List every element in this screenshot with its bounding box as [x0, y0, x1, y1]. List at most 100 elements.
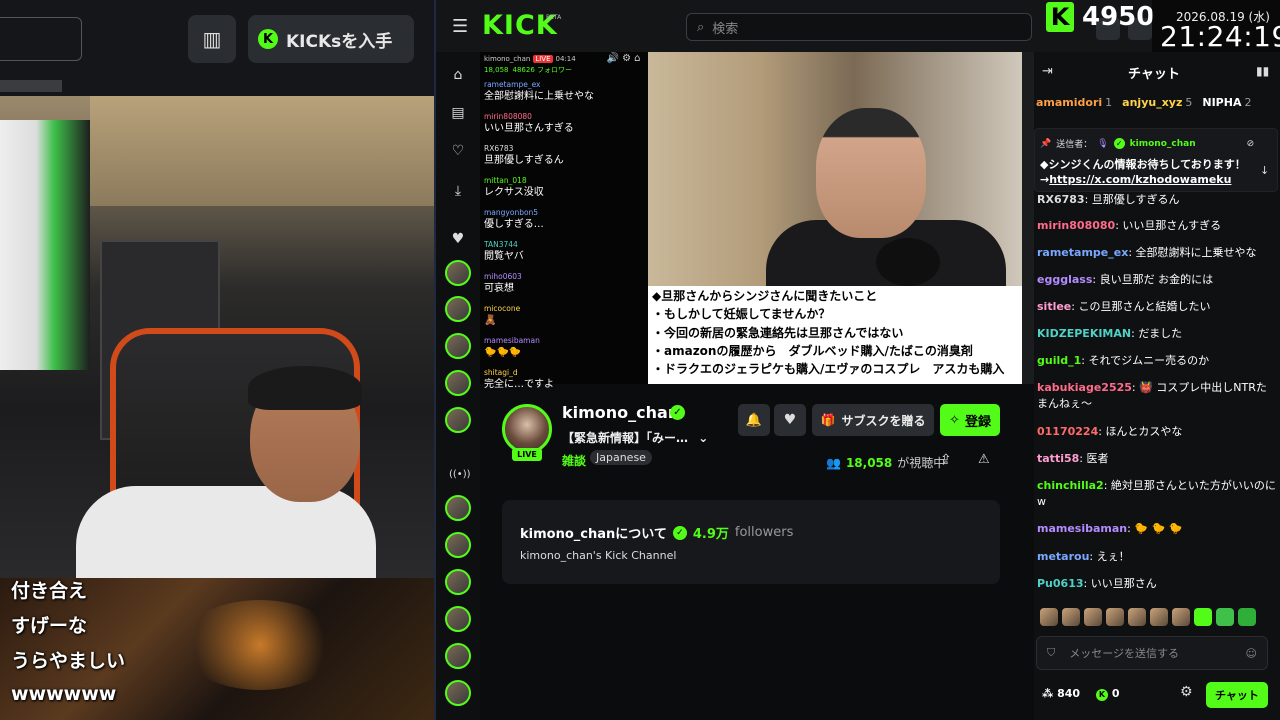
shield-icon: ⛉ [1047, 646, 1056, 659]
emote[interactable] [1172, 608, 1190, 626]
emote[interactable] [1084, 608, 1102, 626]
search-input[interactable]: ⌕ 検索 [686, 13, 1032, 41]
library-button[interactable]: ▥ [188, 15, 236, 63]
embedded-chat-user[interactable]: TAN3744 [484, 240, 644, 250]
emote[interactable] [1150, 608, 1168, 626]
recommended-channel-avatar[interactable] [445, 680, 471, 706]
stream-title[interactable]: 【緊急新情報】「みー… ⌄ [562, 429, 708, 446]
followed-channel-avatar[interactable] [445, 260, 471, 286]
chat-username[interactable]: metarou [1037, 550, 1089, 563]
chat-separator: : [1089, 550, 1097, 563]
emoji-icon[interactable]: ☺ [1246, 647, 1257, 660]
browse-icon[interactable]: ▤ [449, 104, 467, 122]
download-icon[interactable]: ⤓ [449, 182, 467, 200]
chat-message-input[interactable]: ⛉ メッセージを送信する ☺ [1036, 636, 1268, 670]
channel-points[interactable]: ⁂ 840 [1042, 687, 1080, 700]
emote[interactable] [1128, 608, 1146, 626]
emote[interactable] [1040, 608, 1058, 626]
following-heart-icon[interactable]: ♡ [449, 142, 467, 160]
channel-name[interactable]: kimono_chan [562, 403, 679, 422]
leaderboard-entry[interactable]: amamidori 1 [1036, 96, 1112, 109]
chat-username[interactable]: eggglass [1037, 273, 1092, 286]
speaker-icon[interactable]: 🔊 [607, 53, 619, 64]
expand-arrow-icon[interactable]: ↓ [1260, 164, 1269, 177]
chat-username[interactable]: chinchilla2 [1037, 479, 1104, 492]
embedded-chat-text: 全部慰謝料に上乗せやな [484, 91, 594, 102]
favorite-heart-button[interactable]: ♥ [774, 404, 806, 436]
chat-username[interactable]: RX6783 [1037, 193, 1085, 206]
leaderboard-entry[interactable]: NIPHA 2 [1202, 96, 1251, 109]
embedded-chat-user[interactable]: RX6783 [484, 144, 644, 154]
chat-username[interactable]: 01170224 [1037, 425, 1098, 438]
chat-username[interactable]: rametampe_ex [1037, 246, 1128, 259]
share-icon[interactable]: ⇪ [940, 452, 952, 468]
chat-stats-icon[interactable]: ▮▮ [1256, 64, 1269, 78]
emote[interactable] [1216, 608, 1234, 626]
followed-channel-avatar[interactable] [445, 296, 471, 322]
embedded-chat-user[interactable]: mirin808080 [484, 112, 644, 122]
kicks-balance[interactable]: K 0 [1096, 687, 1120, 701]
verified-check-icon: ✓ [1113, 138, 1125, 149]
stream-category[interactable]: 雑談 [562, 452, 586, 469]
chat-username[interactable]: KIDZEPEKIMAN [1037, 327, 1131, 340]
emote[interactable] [1194, 608, 1212, 626]
followed-channel-avatar[interactable] [445, 370, 471, 396]
chat-settings-gear-icon[interactable]: ⚙ [1180, 684, 1193, 700]
report-icon[interactable]: ⚠ [978, 452, 990, 467]
subtitle-line-4: wwwwww [11, 683, 117, 705]
left-input-box[interactable] [0, 17, 82, 61]
followed-channel-avatar[interactable] [445, 407, 471, 433]
recommended-channel-avatar[interactable] [445, 495, 471, 521]
channel-avatar[interactable] [502, 404, 552, 454]
collapse-chat-icon[interactable]: ⇥ [1042, 64, 1053, 79]
chat-username[interactable]: sitlee [1037, 300, 1071, 313]
embedded-chat-user[interactable]: miho0603 [484, 272, 644, 282]
embedded-chat-user[interactable]: shitagi_d [484, 368, 644, 378]
embedded-chat-user[interactable]: rametampe_ex [484, 80, 644, 90]
recommended-channel-avatar[interactable] [445, 569, 471, 595]
pinned-link[interactable]: https://x.com/kzhodowameku [1049, 173, 1231, 186]
get-kicks-button[interactable]: K KICKsを入手 [248, 15, 414, 63]
recommended-channel-avatar[interactable] [445, 643, 471, 669]
chat-send-button[interactable]: チャット [1206, 682, 1268, 708]
chat-username[interactable]: kabukiage2525 [1037, 381, 1132, 394]
recommended-channel-avatar[interactable] [445, 606, 471, 632]
leaderboard-user: anjyu_xyz [1122, 96, 1183, 109]
emote[interactable] [1062, 608, 1080, 626]
notification-bell-button[interactable]: 🔔 [738, 404, 770, 436]
chat-message: KIDZEPEKIMAN: だました [1037, 326, 1277, 342]
about-followers-label: followers [734, 525, 794, 540]
settings-gear-icon[interactable]: ⚙ [622, 53, 631, 64]
chevron-down-icon[interactable]: ⌄ [698, 431, 708, 445]
leaderboard-entry[interactable]: anjyu_xyz 5 [1122, 96, 1192, 109]
hamburger-menu-icon[interactable]: ☰ [452, 16, 468, 37]
followed-channel-avatar[interactable] [445, 333, 471, 359]
chat-username[interactable]: mamesibaman [1037, 522, 1127, 535]
gift-sub-button[interactable]: 🎁 サブスクを贈る [812, 404, 934, 436]
language-tag[interactable]: Japanese [590, 450, 652, 465]
chat-text: えぇ！ [1096, 550, 1130, 563]
chat-username[interactable]: tatti58 [1037, 452, 1079, 465]
hide-eye-icon[interactable]: ⊘ [1247, 139, 1255, 149]
chat-username[interactable]: mirin808080 [1037, 219, 1115, 232]
embedded-chat-user[interactable]: mangyonbon5 [484, 208, 644, 218]
chat-message: sitlee: この旦那さんと結婚したい [1037, 299, 1277, 315]
info-line: ・もしかして妊娠してませんか？ [652, 307, 831, 322]
embedded-chat-user[interactable]: mamesibaman [484, 336, 644, 346]
home-icon[interactable]: ⌂ [634, 53, 640, 64]
chat-username[interactable]: guild_1 [1037, 354, 1081, 367]
pinned-user[interactable]: kimono_chan [1130, 139, 1196, 149]
emote[interactable] [1238, 608, 1256, 626]
kicks-count-value: 4950 [1082, 2, 1155, 32]
embedded-chat-user[interactable]: micocone [484, 304, 644, 314]
recommended-channel-avatar[interactable] [445, 532, 471, 558]
embedded-chat-text: 🧸 [484, 315, 497, 326]
chat-username[interactable]: Pu0613 [1037, 577, 1084, 590]
chat-text: ほんとカスやな [1105, 425, 1183, 438]
sparkle-icon: ✧ [949, 412, 960, 428]
embedded-chat-user[interactable]: mittan_018 [484, 176, 644, 186]
home-icon[interactable]: ⌂ [449, 66, 467, 84]
emote[interactable] [1106, 608, 1124, 626]
info-line: ・ドラクエのジェラピケも購入/エヴァのコスプレ アスカも購入 [652, 362, 1005, 377]
follow-button[interactable]: ✧ 登録 [940, 404, 1000, 436]
